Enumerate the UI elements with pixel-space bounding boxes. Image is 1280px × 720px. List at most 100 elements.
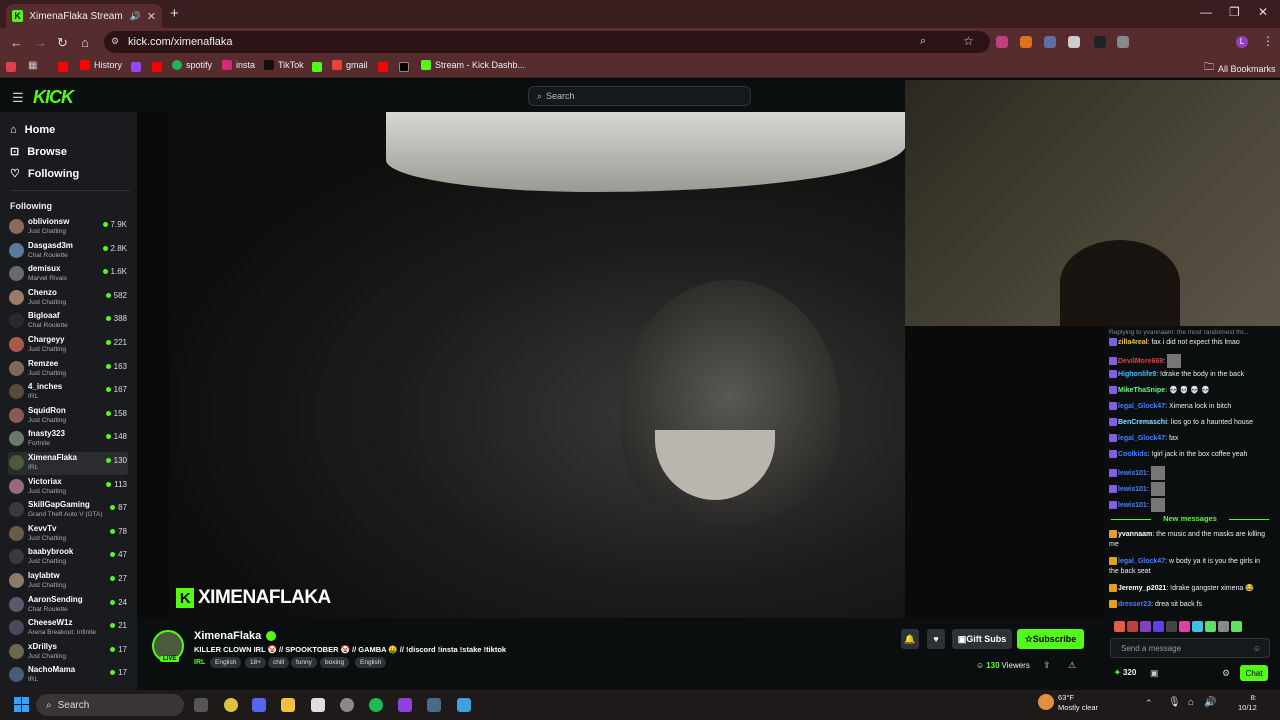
streamer-name[interactable]: XimenaFlaka — [194, 630, 261, 642]
chat-message[interactable]: Jeremy_p2021: !drake gangster ximena 😂 — [1109, 584, 1271, 594]
followed-channel[interactable]: KevvTv Just Chatting 78 — [8, 523, 128, 546]
bookmark-spotify[interactable]: spotify — [172, 60, 212, 70]
browser-tab[interactable]: K XimenaFlaka Stream - Watc 🔊 ✕ — [6, 4, 162, 28]
extension-icon[interactable] — [1020, 36, 1032, 48]
chat-message[interactable]: legal_Glock47: w body ya it is you the g… — [1109, 557, 1271, 577]
chat-message[interactable]: legal_Glock47: Ximena lock in bitch — [1109, 402, 1271, 412]
spotify-icon[interactable] — [369, 698, 383, 712]
followed-channel[interactable]: 4_inches IRL 167 — [8, 381, 128, 404]
chat-message[interactable]: zilla4real: fax i did not expect this lm… — [1109, 338, 1271, 348]
stream-tag[interactable]: boxing — [320, 657, 350, 668]
subscribe-button[interactable]: ☆ Subscribe — [1017, 629, 1084, 649]
url-input[interactable]: kick.com/ximenaflaka — [104, 31, 990, 53]
reload-icon[interactable]: ↻ — [57, 35, 68, 51]
chat-message[interactable]: BenCremaschi: lios go to a haunted house — [1109, 418, 1271, 428]
profile-avatar[interactable]: L — [1236, 36, 1248, 48]
stream-tag[interactable]: English — [355, 657, 387, 668]
chat-message[interactable]: Highonlife9: !drake the body in the back — [1109, 370, 1271, 380]
bookmark-star-icon[interactable]: ☆ — [963, 34, 974, 48]
new-messages-divider[interactable]: New messages — [1105, 514, 1275, 523]
bookmark-kick-dashboard[interactable]: Stream - Kick Dashb... — [421, 60, 525, 70]
tray-chevron-icon[interactable]: ⌃ — [1145, 698, 1153, 709]
chat-message[interactable]: lewis101: — [1109, 498, 1271, 512]
taskbar-search-input[interactable]: ⌕ Search — [36, 694, 184, 716]
followed-channel[interactable]: AaronSending Chat Roulette 24 — [8, 594, 128, 617]
stream-tag[interactable]: chill — [268, 657, 290, 668]
game-icon[interactable] — [398, 698, 412, 712]
gift-icon[interactable]: ▣ — [1150, 668, 1159, 679]
share-icon[interactable]: ⇪ — [1043, 660, 1051, 671]
stream-tag[interactable]: funny — [291, 657, 317, 668]
extension-icon[interactable] — [1044, 36, 1056, 48]
followed-channel[interactable]: baabybrook Just Chatting 47 — [8, 546, 128, 569]
chat-message[interactable]: lewis101: — [1109, 466, 1271, 480]
all-bookmarks[interactable]: 🗀 All Bookmarks — [1204, 60, 1276, 77]
extension-icon[interactable] — [1094, 36, 1106, 48]
task-view-icon[interactable] — [194, 698, 208, 712]
chat-message[interactable]: Coolkids: !girl jack in the box coffee y… — [1109, 450, 1271, 460]
extension-icon[interactable] — [996, 36, 1008, 48]
app-icon[interactable] — [311, 698, 325, 712]
clock[interactable]: 8: 10/12 — [1238, 693, 1257, 713]
chat-message[interactable]: dresser23: drea sit back fs — [1109, 600, 1271, 610]
search-input[interactable]: ⌕ Search — [528, 86, 751, 106]
x-icon[interactable] — [399, 62, 409, 72]
restore-icon[interactable]: ❐ — [1229, 5, 1240, 19]
follow-heart-icon[interactable]: ♥ — [927, 629, 945, 649]
followed-channel[interactable]: Bigloaaf Chat Roulette 388 — [8, 310, 128, 333]
discord-icon[interactable] — [252, 698, 266, 712]
followed-channel[interactable]: Chargeyy Just Chatting 221 — [8, 334, 128, 357]
site-info-icon[interactable]: ⚙ — [111, 36, 119, 47]
followed-channel[interactable]: SquidRon Just Chatting 158 — [8, 405, 128, 428]
stream-category[interactable]: IRL — [194, 659, 205, 666]
followed-channel[interactable]: SkillGapGaming Grand Theft Auto V (GTA) 87 — [8, 499, 128, 522]
extension-icon[interactable] — [1068, 36, 1080, 48]
kick-logo[interactable]: KICK — [33, 87, 74, 108]
chat-message[interactable]: MikeThaSnipe: 💀 💀 💀 💀 — [1109, 386, 1271, 396]
nav-home[interactable]: ⌂ Home — [10, 124, 55, 136]
chat-message[interactable]: DevilMore669: — [1109, 354, 1271, 368]
home-browser-icon[interactable]: ⌂ — [81, 35, 89, 50]
stream-tag[interactable]: 18+ — [245, 657, 267, 668]
minimize-icon[interactable]: — — [1200, 5, 1212, 19]
close-tab-icon[interactable]: ✕ — [147, 10, 156, 23]
volume-icon[interactable]: 🔊 — [1204, 697, 1216, 708]
followed-channel[interactable]: CheeseW1z Arena Breakout: Infinite 21 — [8, 617, 128, 640]
bookmark-gmail[interactable]: gmail — [332, 60, 368, 70]
nav-browse[interactable]: ⊡ Browse — [10, 145, 67, 159]
chat-input[interactable]: Send a message ☺ — [1110, 638, 1270, 658]
forward-icon[interactable]: → — [34, 35, 47, 50]
kick-icon[interactable] — [312, 62, 322, 72]
gift-subs-button[interactable]: ▣ Gift Subs — [952, 629, 1012, 649]
chat-send-button[interactable]: Chat — [1240, 665, 1268, 681]
stream-tag[interactable]: English — [210, 657, 242, 668]
zoom-icon[interactable]: ⌕ — [920, 35, 926, 48]
bookmark-insta[interactable]: insta — [222, 60, 255, 70]
extensions-puzzle-icon[interactable] — [1117, 36, 1129, 48]
app-icon[interactable] — [457, 698, 471, 712]
twitch-icon[interactable] — [131, 62, 141, 72]
settings-gear-icon[interactable]: ⚙ — [1222, 668, 1230, 679]
bookmark-icon[interactable] — [6, 62, 16, 72]
chat-message[interactable]: legal_Glock47: fax — [1109, 434, 1271, 444]
followed-channel[interactable]: xDrillys Just Chatting 17 — [8, 641, 128, 664]
microphone-icon[interactable]: 🎙 — [1168, 697, 1181, 708]
windows-start-icon[interactable] — [14, 697, 29, 712]
channel-points[interactable]: ✦ 320 — [1114, 668, 1136, 677]
emote-row[interactable] — [1114, 621, 1274, 633]
apps-grid-icon[interactable]: ▦ — [28, 60, 37, 71]
followed-channel[interactable]: Dasgasd3m Chat Roulette 2.8K — [8, 240, 128, 263]
notification-bell-icon[interactable]: 🔔 — [901, 629, 919, 649]
followed-channel[interactable]: laylabtw Just Chatting 27 — [8, 570, 128, 593]
followed-channel[interactable]: Chenzo Just Chatting 582 — [8, 287, 128, 310]
browser-menu-icon[interactable]: ⋮ — [1262, 34, 1274, 48]
followed-channel[interactable]: demisux Marvel Rivals 1.6K — [8, 263, 128, 286]
followed-channel[interactable]: Remzee Just Chatting 163 — [8, 358, 128, 381]
back-icon[interactable]: ← — [10, 35, 23, 50]
new-tab-icon[interactable]: + — [170, 5, 179, 22]
chat-message[interactable]: yvannaam: the music and the masks are ki… — [1109, 530, 1271, 550]
followed-channel[interactable]: fnasty323 Fortnite 148 — [8, 428, 128, 451]
followed-channel[interactable]: Victoriax Just Chatting 113 — [8, 476, 128, 499]
close-window-icon[interactable]: ✕ — [1258, 5, 1268, 19]
app-icon[interactable] — [340, 698, 354, 712]
